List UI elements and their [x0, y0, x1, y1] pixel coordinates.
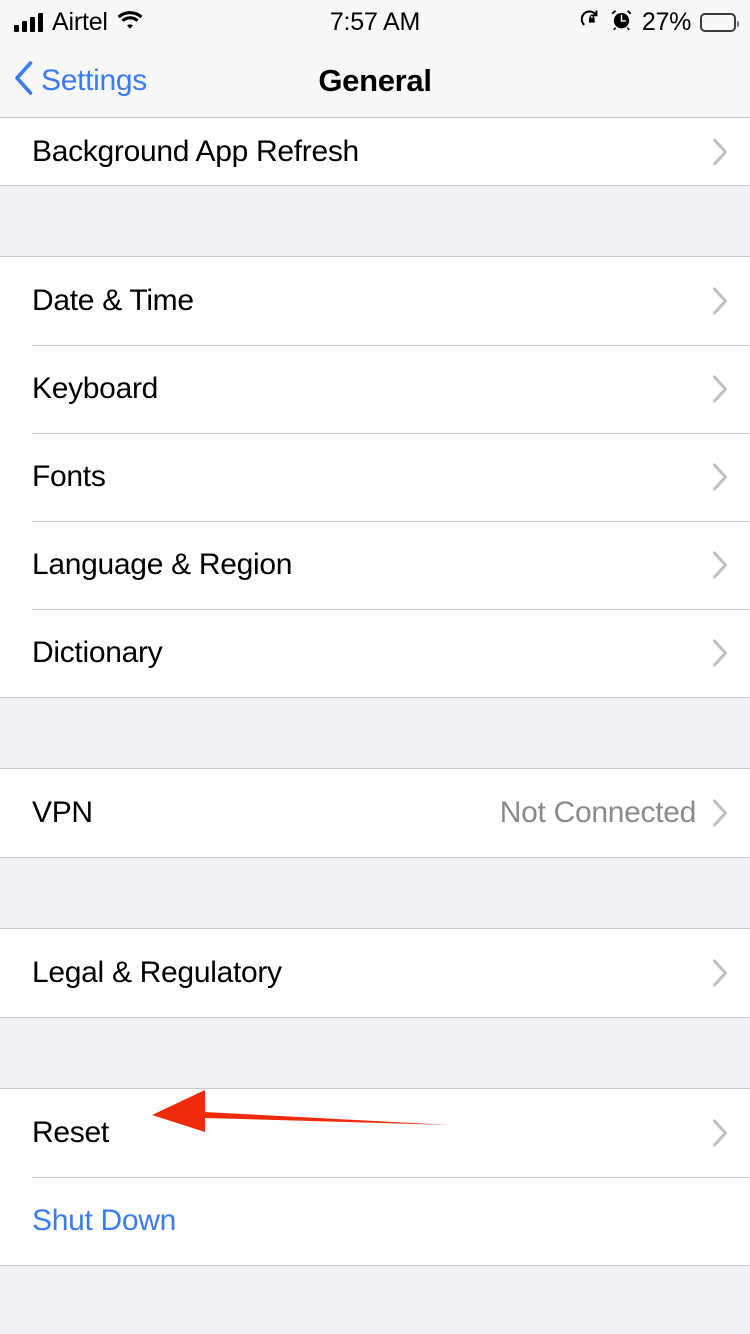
row-label: Background App Refresh: [32, 134, 359, 168]
chevron-right-icon: [712, 463, 728, 491]
section-gap: [0, 186, 750, 256]
status-bar: Airtel 7:57 AM 27%: [0, 0, 750, 44]
settings-group-partial: Background App Refresh: [0, 118, 750, 186]
chevron-right-icon: [712, 1119, 728, 1147]
battery-percent-label: 27%: [641, 7, 691, 36]
row-label: Shut Down: [32, 1204, 177, 1237]
chevron-left-icon: [14, 61, 33, 100]
row-label: Dictionary: [32, 636, 163, 669]
section-gap: [0, 698, 750, 768]
chevron-right-icon: [712, 287, 728, 315]
alarm-clock-icon: [610, 8, 633, 36]
row-label: Fonts: [32, 460, 106, 493]
chevron-right-icon: [712, 799, 728, 827]
back-button-label: Settings: [41, 63, 147, 97]
row-label: Keyboard: [32, 372, 159, 405]
rotation-lock-icon: [578, 8, 601, 36]
settings-row-background-app-refresh[interactable]: Background App Refresh: [0, 118, 750, 185]
back-button-settings[interactable]: Settings: [0, 61, 147, 100]
status-bar-right: 27%: [578, 7, 739, 37]
status-bar-left: Airtel: [14, 7, 143, 36]
settings-row-language-region[interactable]: Language & Region: [0, 521, 750, 609]
row-label: Language & Region: [32, 548, 293, 581]
chevron-right-icon: [712, 551, 728, 579]
row-label: Legal & Regulatory: [32, 956, 282, 989]
settings-row-vpn[interactable]: VPN Not Connected: [0, 769, 750, 857]
settings-list: Background App Refresh Date & Time Keybo…: [0, 118, 750, 1266]
chevron-right-icon: [712, 959, 728, 987]
settings-row-keyboard[interactable]: Keyboard: [0, 345, 750, 433]
carrier-label: Airtel: [52, 7, 108, 36]
row-value-status: Not Connected: [499, 796, 697, 829]
chevron-right-icon: [712, 138, 728, 166]
settings-row-dictionary[interactable]: Dictionary: [0, 609, 750, 697]
settings-row-reset[interactable]: Reset: [0, 1089, 750, 1177]
settings-row-date-time[interactable]: Date & Time: [0, 257, 750, 345]
row-label: Date & Time: [32, 284, 194, 317]
settings-group-localization: Date & Time Keyboard Fonts Language & Re…: [0, 256, 750, 698]
section-gap: [0, 1018, 750, 1088]
settings-row-fonts[interactable]: Fonts: [0, 433, 750, 521]
cellular-signal-icon: [14, 12, 43, 32]
settings-row-shut-down[interactable]: Shut Down: [0, 1177, 750, 1265]
settings-group-vpn: VPN Not Connected: [0, 768, 750, 858]
battery-icon: [700, 12, 739, 32]
chevron-right-icon: [712, 639, 728, 667]
settings-group-legal: Legal & Regulatory: [0, 928, 750, 1018]
settings-row-legal-regulatory[interactable]: Legal & Regulatory: [0, 929, 750, 1017]
chevron-right-icon: [712, 375, 728, 403]
section-gap: [0, 858, 750, 928]
row-label: VPN: [32, 796, 93, 829]
settings-group-reset: Reset Shut Down: [0, 1088, 750, 1266]
navigation-bar: Settings General: [0, 44, 750, 118]
wifi-icon: [117, 10, 143, 35]
row-label: Reset: [32, 1116, 109, 1149]
